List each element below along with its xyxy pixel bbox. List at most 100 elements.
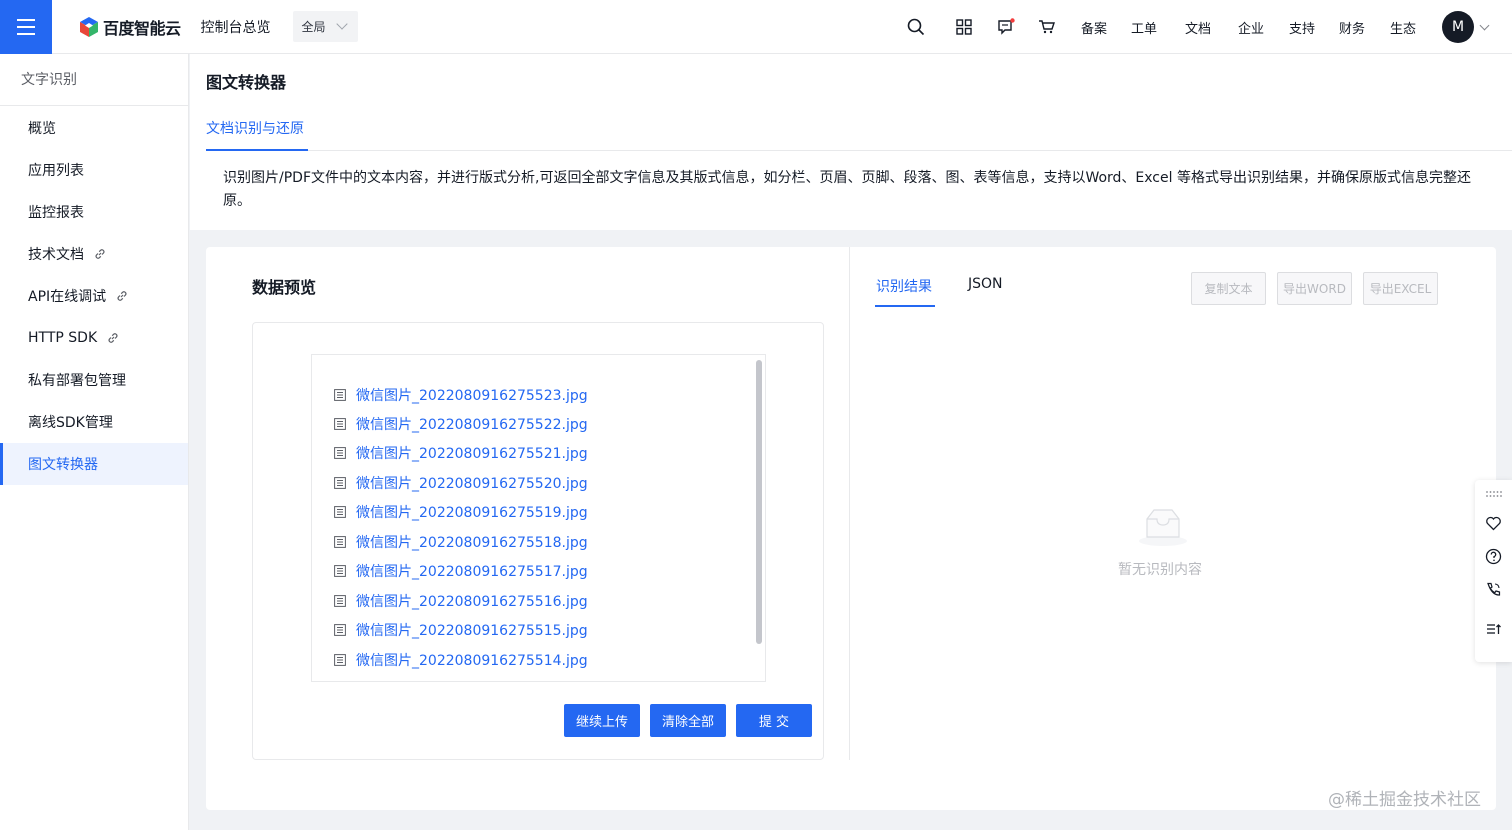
file-name: 微信图片_2022080916275515.jpg: [356, 623, 588, 639]
brand-name: 百度智能云: [103, 18, 181, 38]
tab-json[interactable]: JSON: [968, 276, 1003, 292]
sidebar-item-label: 离线SDK管理: [28, 415, 113, 431]
sidebar: 文字识别 概览 应用列表 监控报表 技术文档 API在线调试 HTTP SDK …: [0, 54, 189, 830]
hamburger-menu-button[interactable]: [0, 0, 52, 54]
page-header: 图文转换器 文档识别与还原 识别图片/PDF文件中的文本内容，并进行版式分析,可…: [190, 54, 1512, 230]
file-item[interactable]: 微信图片_2022080916275514.jpg: [334, 650, 588, 670]
export-word-button[interactable]: 导出WORD: [1277, 272, 1352, 305]
external-link-icon: [95, 249, 105, 259]
continue-upload-button[interactable]: 继续上传: [564, 704, 640, 737]
message-icon[interactable]: [996, 17, 1016, 37]
apps-grid-icon[interactable]: [954, 17, 974, 37]
file-name: 微信图片_2022080916275519.jpg: [356, 505, 588, 521]
active-tab-indicator: [206, 149, 308, 151]
file-name: 微信图片_2022080916275516.jpg: [356, 594, 588, 610]
sidebar-title: 文字识别: [0, 54, 188, 106]
card-divider: [849, 247, 850, 760]
sidebar-item-overview[interactable]: 概览: [0, 107, 188, 149]
preview-box: 微信图片_2022080916275523.jpg 微信图片_202208091…: [252, 322, 824, 760]
tab-recognition-result[interactable]: 识别结果: [876, 276, 932, 296]
sidebar-item-http-sdk[interactable]: HTTP SDK: [0, 317, 188, 359]
brand-cube-icon: [80, 16, 98, 37]
document-icon: [334, 624, 346, 636]
external-link-icon: [108, 333, 118, 343]
drag-handle-icon[interactable]: [1485, 486, 1502, 503]
floating-toolbar: [1475, 480, 1512, 662]
sidebar-item-offline-sdk[interactable]: 离线SDK管理: [0, 401, 188, 443]
tab-doc-recognition[interactable]: 文档识别与还原: [206, 118, 304, 138]
file-item[interactable]: 微信图片_2022080916275520.jpg: [334, 473, 588, 493]
file-name: 微信图片_2022080916275518.jpg: [356, 535, 588, 551]
file-name: 微信图片_2022080916275521.jpg: [356, 446, 588, 462]
export-excel-button[interactable]: 导出EXCEL: [1363, 272, 1438, 305]
copy-text-button[interactable]: 复制文本: [1191, 272, 1266, 305]
document-icon: [334, 418, 346, 430]
preview-title: 数据预览: [252, 278, 317, 297]
heart-icon[interactable]: [1485, 515, 1502, 532]
empty-inbox-icon: [1139, 509, 1187, 546]
sidebar-item-label: API在线调试: [28, 289, 107, 305]
empty-state-text: 暂无识别内容: [1118, 562, 1202, 578]
sidebar-item-label: HTTP SDK: [28, 330, 98, 346]
region-value: 全局: [301, 20, 326, 34]
document-icon: [334, 506, 346, 518]
submit-button[interactable]: 提 交: [736, 704, 812, 737]
result-tab-indicator: [875, 305, 935, 307]
page-description: 识别图片/PDF文件中的文本内容，并进行版式分析,可返回全部文字信息及其版式信息…: [223, 170, 1471, 209]
nav-link-support[interactable]: 支持: [1289, 18, 1315, 37]
sidebar-item-monitor[interactable]: 监控报表: [0, 191, 188, 233]
document-icon: [334, 447, 346, 459]
nav-link-ticket[interactable]: 工单: [1131, 18, 1157, 37]
clear-all-button[interactable]: 清除全部: [650, 704, 726, 737]
sidebar-item-image-converter[interactable]: 图文转换器: [0, 443, 188, 485]
region-select[interactable]: 全局: [292, 11, 358, 42]
list-up-icon[interactable]: [1485, 621, 1502, 638]
search-icon[interactable]: [906, 17, 926, 37]
chevron-down-icon: [335, 18, 348, 30]
file-item[interactable]: 微信图片_2022080916275518.jpg: [334, 532, 588, 552]
file-item[interactable]: 微信图片_2022080916275522.jpg: [334, 414, 588, 434]
user-avatar[interactable]: M: [1442, 11, 1474, 43]
sidebar-item-label: 监控报表: [28, 205, 84, 221]
cart-icon[interactable]: [1037, 17, 1057, 37]
sidebar-item-label: 私有部署包管理: [28, 373, 126, 389]
file-list-scrollbar[interactable]: [756, 360, 762, 644]
file-item[interactable]: 微信图片_2022080916275516.jpg: [334, 591, 588, 611]
sidebar-item-private-deploy[interactable]: 私有部署包管理: [0, 359, 188, 401]
brand-logo[interactable]: 百度智能云: [79, 15, 181, 39]
tab-divider: [206, 150, 1512, 151]
sidebar-item-label: 概览: [28, 121, 56, 137]
sidebar-item-label: 图文转换器: [28, 457, 98, 473]
top-bar: 百度智能云 控制台总览 全局: [0, 0, 1512, 54]
sidebar-item-label: 技术文档: [28, 247, 84, 263]
file-item[interactable]: 微信图片_2022080916275519.jpg: [334, 502, 588, 522]
file-name: 微信图片_2022080916275517.jpg: [356, 564, 588, 580]
nav-link-enterprise[interactable]: 企业: [1238, 18, 1264, 37]
document-icon: [334, 477, 346, 489]
file-item[interactable]: 微信图片_2022080916275521.jpg: [334, 443, 588, 463]
page-title: 图文转换器: [206, 73, 287, 92]
file-name: 微信图片_2022080916275514.jpg: [356, 653, 588, 669]
sidebar-item-app-list[interactable]: 应用列表: [0, 149, 188, 191]
file-list: 微信图片_2022080916275523.jpg 微信图片_202208091…: [311, 354, 766, 682]
document-icon: [334, 565, 346, 577]
nav-link-docs[interactable]: 文档: [1185, 18, 1211, 37]
document-icon: [334, 654, 346, 666]
nav-link-ecosystem[interactable]: 生态: [1390, 18, 1416, 37]
sidebar-item-tech-docs[interactable]: 技术文档: [0, 233, 188, 275]
help-icon[interactable]: [1485, 548, 1502, 565]
nav-link-finance[interactable]: 财务: [1339, 18, 1365, 37]
nav-link-beian[interactable]: 备案: [1081, 18, 1107, 37]
document-icon: [334, 595, 346, 607]
document-icon: [334, 389, 346, 401]
file-item[interactable]: 微信图片_2022080916275515.jpg: [334, 620, 588, 640]
file-item[interactable]: 微信图片_2022080916275523.jpg: [334, 385, 588, 405]
sidebar-item-api-debug[interactable]: API在线调试: [0, 275, 188, 317]
phone-icon[interactable]: [1485, 581, 1502, 598]
file-name: 微信图片_2022080916275523.jpg: [356, 388, 588, 404]
file-item[interactable]: 微信图片_2022080916275517.jpg: [334, 561, 588, 581]
document-icon: [334, 536, 346, 548]
converter-card: 数据预览 微信图片_2022080916275523.jpg 微信图片_2022…: [206, 247, 1496, 810]
console-overview-link[interactable]: 控制台总览: [201, 17, 271, 37]
watermark: @稀土掘金技术社区: [1328, 790, 1481, 810]
